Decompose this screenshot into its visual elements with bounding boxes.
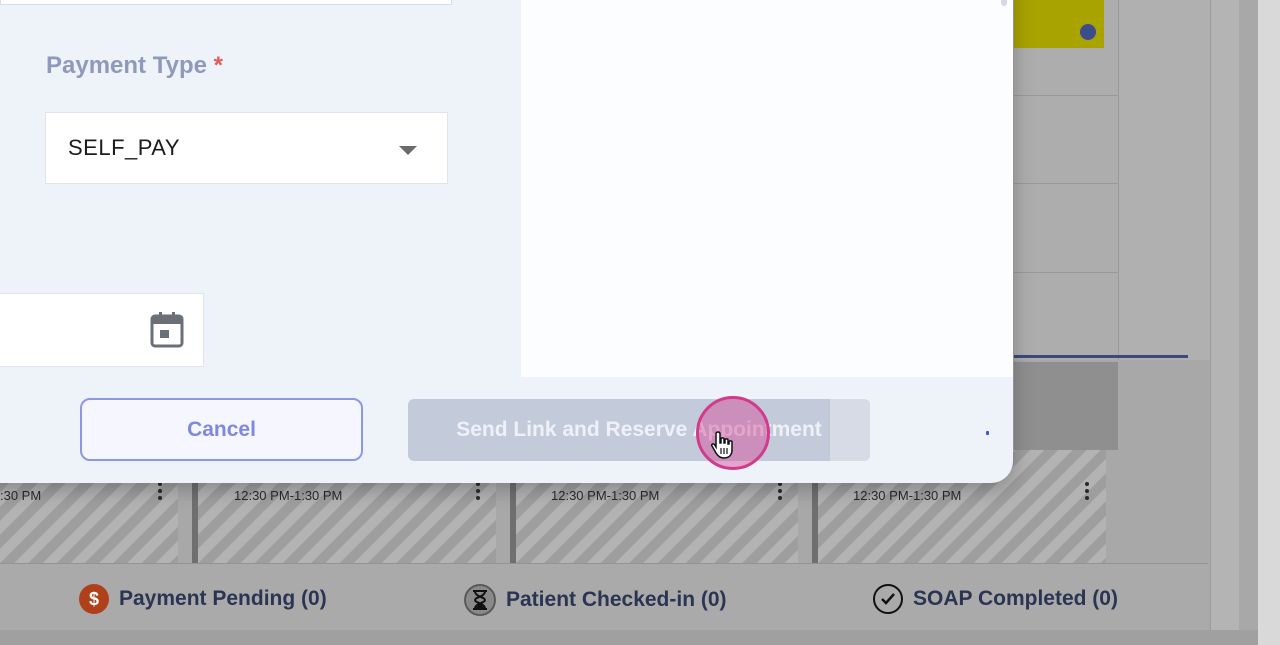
- page-edge: [1258, 0, 1280, 645]
- slot-time: 12:30 PM-1:30 PM: [853, 488, 962, 503]
- calendar-column: [1014, 0, 1118, 360]
- calendar-column: [1118, 0, 1211, 360]
- check-circle-icon: [873, 584, 903, 614]
- more-options-icon[interactable]: [1084, 482, 1090, 503]
- slot-time: :30 PM: [0, 488, 42, 503]
- grid-line: [1014, 183, 1118, 184]
- grid-line: [1014, 95, 1118, 96]
- cancel-button[interactable]: Cancel: [80, 398, 363, 461]
- payment-type-label: Payment Type *: [46, 52, 223, 80]
- legend-label: Payment Pending (0): [119, 587, 327, 610]
- event-status-dot: [1080, 24, 1096, 40]
- legend-payment-pending: $ Payment Pending (0): [79, 584, 327, 614]
- more-options-icon[interactable]: [777, 482, 783, 503]
- scrollbar-thumb[interactable]: [1001, 0, 1007, 6]
- payment-type-value: SELF_PAY: [68, 135, 181, 160]
- grid-line: [1014, 272, 1118, 273]
- blocked-slot: [1014, 362, 1118, 450]
- more-options-icon[interactable]: [157, 482, 163, 503]
- button-shade: [830, 399, 870, 461]
- payment-type-label-text: Payment Type: [46, 52, 207, 79]
- status-legend: $ Payment Pending (0) Patient Checked-in…: [0, 563, 1208, 630]
- current-time-line: [1014, 355, 1188, 358]
- pointer-hand-icon: [710, 430, 736, 465]
- dollar-icon: $: [79, 584, 109, 614]
- slot-time: 12:30 PM-1:30 PM: [234, 488, 343, 503]
- send-link-reserve-button[interactable]: Send Link and Reserve Appointment: [408, 399, 870, 461]
- text-field[interactable]: [0, 0, 452, 5]
- required-indicator: *: [213, 52, 223, 79]
- dialog-side-panel: [521, 0, 1013, 377]
- more-options-icon[interactable]: [475, 482, 481, 503]
- calendar-icon[interactable]: [150, 311, 184, 354]
- chevron-down-icon[interactable]: [399, 146, 417, 155]
- legend-patient-checked-in: Patient Checked-in (0): [464, 584, 727, 616]
- scroll-track: [1210, 0, 1239, 630]
- legend-soap-completed: SOAP Completed (0): [873, 584, 1118, 614]
- loading-indicator: [986, 431, 989, 435]
- hourglass-icon: [464, 584, 496, 616]
- legend-label: SOAP Completed (0): [913, 587, 1118, 610]
- legend-label: Patient Checked-in (0): [506, 588, 727, 611]
- slot-time: 12:30 PM-1:30 PM: [551, 488, 660, 503]
- reserve-appointment-dialog: Payment Type * SELF_PAY Cancel Send Link…: [0, 0, 1013, 483]
- payment-type-select[interactable]: SELF_PAY: [45, 112, 448, 184]
- footer-strip: [0, 630, 1258, 645]
